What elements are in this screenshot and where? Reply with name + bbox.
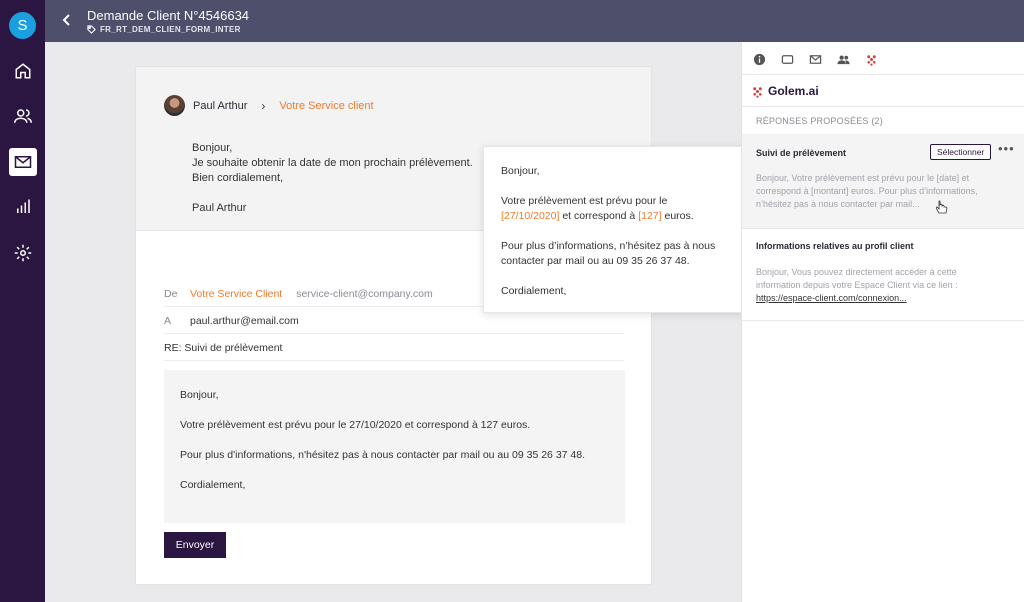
tab-golem[interactable] bbox=[864, 52, 878, 66]
chevron-right-icon: › bbox=[261, 98, 266, 113]
suggestion-card[interactable]: Suivi de prélèvement Sélectionner ••• Bo… bbox=[742, 134, 1024, 228]
golem-brand: Golem.ai bbox=[751, 84, 819, 98]
reply-greeting: Bonjour, bbox=[180, 389, 219, 401]
preview-amount: [127] bbox=[638, 210, 662, 222]
divider bbox=[742, 74, 1024, 75]
more-options-icon[interactable]: ••• bbox=[998, 141, 1015, 156]
page-header: Demande Client N°4546634 FR_RT_DEM_CLIEN… bbox=[45, 0, 1024, 42]
preview-closing: Cordialement, bbox=[501, 285, 567, 297]
message-body: Bonjour, Je souhaite obtenir la date de … bbox=[192, 141, 473, 216]
subject-field[interactable]: RE: Suivi de prélèvement bbox=[164, 342, 282, 354]
to-label: A bbox=[164, 314, 172, 327]
chat-icon bbox=[781, 54, 793, 64]
mail-icon bbox=[14, 156, 32, 168]
from-label: De bbox=[164, 287, 178, 300]
tag-icon bbox=[87, 25, 96, 34]
chart-icon bbox=[17, 199, 30, 213]
tab-info[interactable] bbox=[752, 52, 766, 66]
main-content: Paul Arthur › Votre Service client Bonjo… bbox=[45, 42, 741, 602]
brand-name: Golem.ai bbox=[768, 84, 819, 98]
preview-line1: Votre prélèvement est prévu pour le [27/… bbox=[501, 194, 733, 224]
nav-users[interactable] bbox=[9, 102, 37, 130]
panel-tabs bbox=[752, 52, 878, 66]
tab-mail[interactable] bbox=[808, 52, 822, 66]
reply-body-editor[interactable]: Bonjour, Votre prélèvement est prévu pou… bbox=[164, 370, 625, 523]
from-name[interactable]: Votre Service Client bbox=[190, 288, 282, 300]
contacts-icon bbox=[836, 55, 850, 64]
preview-greeting: Bonjour, bbox=[501, 165, 540, 177]
mail-icon bbox=[809, 54, 821, 64]
select-suggestion-button[interactable]: Sélectionner bbox=[930, 144, 992, 160]
request-tag: FR_RT_DEM_CLIEN_FORM_INTER bbox=[87, 25, 241, 34]
preview-date: [27/10/2020] bbox=[501, 210, 560, 222]
assistant-panel: Golem.ai RÉPONSES PROPOSÉES (2) Suivi de… bbox=[741, 42, 1024, 602]
divider bbox=[742, 320, 1024, 321]
message-line: Bien cordialement, bbox=[192, 172, 284, 184]
home-icon bbox=[15, 63, 31, 79]
preview-text: Votre prélèvement est prévu pour le bbox=[501, 195, 668, 207]
golem-logo-icon bbox=[753, 86, 762, 98]
author-avatar bbox=[164, 95, 185, 116]
preview-line2: Pour plus d’informations, n’hésitez pas … bbox=[501, 240, 716, 267]
to-email-field[interactable]: paul.arthur@email.com bbox=[190, 315, 299, 327]
reply-closing: Cordialement, bbox=[180, 479, 246, 491]
message-line: Je souhaite obtenir la date de mon proch… bbox=[192, 157, 473, 169]
nav-mail[interactable] bbox=[9, 148, 37, 176]
preview-text: et correspond à bbox=[562, 210, 636, 222]
nav-home[interactable] bbox=[9, 57, 37, 85]
suggestion-card[interactable]: Informations relatives au profil client … bbox=[742, 229, 1024, 321]
suggestion-link[interactable]: https://espace-client.com/connexion... bbox=[756, 293, 907, 303]
request-tag-label: FR_RT_DEM_CLIEN_FORM_INTER bbox=[100, 25, 241, 34]
suggestion-text-body: Bonjour, Vous pouvez directement accéder… bbox=[756, 267, 958, 290]
tab-chat[interactable] bbox=[780, 52, 794, 66]
info-icon bbox=[753, 53, 765, 65]
golem-icon bbox=[866, 54, 876, 66]
suggestion-title: Suivi de prélèvement bbox=[756, 148, 847, 158]
left-nav-rail: S bbox=[0, 0, 45, 602]
preview-text: euros. bbox=[664, 210, 694, 222]
suggestion-text: Bonjour, Vous pouvez directement accéder… bbox=[756, 266, 996, 305]
nav-stats[interactable] bbox=[9, 193, 37, 221]
suggestions-title: RÉPONSES PROPOSÉES (2) bbox=[756, 116, 883, 126]
back-arrow-icon[interactable] bbox=[59, 12, 75, 28]
tab-contacts[interactable] bbox=[836, 52, 850, 66]
message-author: Paul Arthur bbox=[193, 99, 248, 112]
message-header: Paul Arthur › Votre Service client bbox=[164, 95, 374, 116]
reply-line: Votre prélèvement est prévu pour le 27/1… bbox=[180, 419, 531, 431]
pointer-cursor-icon bbox=[936, 200, 948, 214]
message-recipient: Votre Service client bbox=[279, 99, 374, 112]
reply-line: Pour plus d'informations, n'hésitez pas … bbox=[180, 449, 586, 461]
divider bbox=[742, 106, 1024, 107]
from-email: service-client@company.com bbox=[296, 287, 433, 300]
message-line bbox=[192, 186, 473, 201]
subject-row: RE: Suivi de prélèvement bbox=[164, 335, 624, 361]
nav-settings[interactable] bbox=[9, 239, 37, 267]
users-icon bbox=[14, 109, 32, 123]
message-line: Paul Arthur bbox=[192, 202, 247, 214]
gear-icon bbox=[14, 244, 32, 262]
suggestion-preview-popover: Bonjour, Votre prélèvement est prévu pou… bbox=[483, 146, 751, 313]
suggestion-title: Informations relatives au profil client bbox=[756, 241, 914, 251]
message-line: Bonjour, bbox=[192, 142, 233, 154]
user-avatar[interactable]: S bbox=[9, 12, 36, 39]
send-button[interactable]: Envoyer bbox=[164, 532, 226, 558]
page-title: Demande Client N°4546634 bbox=[87, 8, 250, 23]
